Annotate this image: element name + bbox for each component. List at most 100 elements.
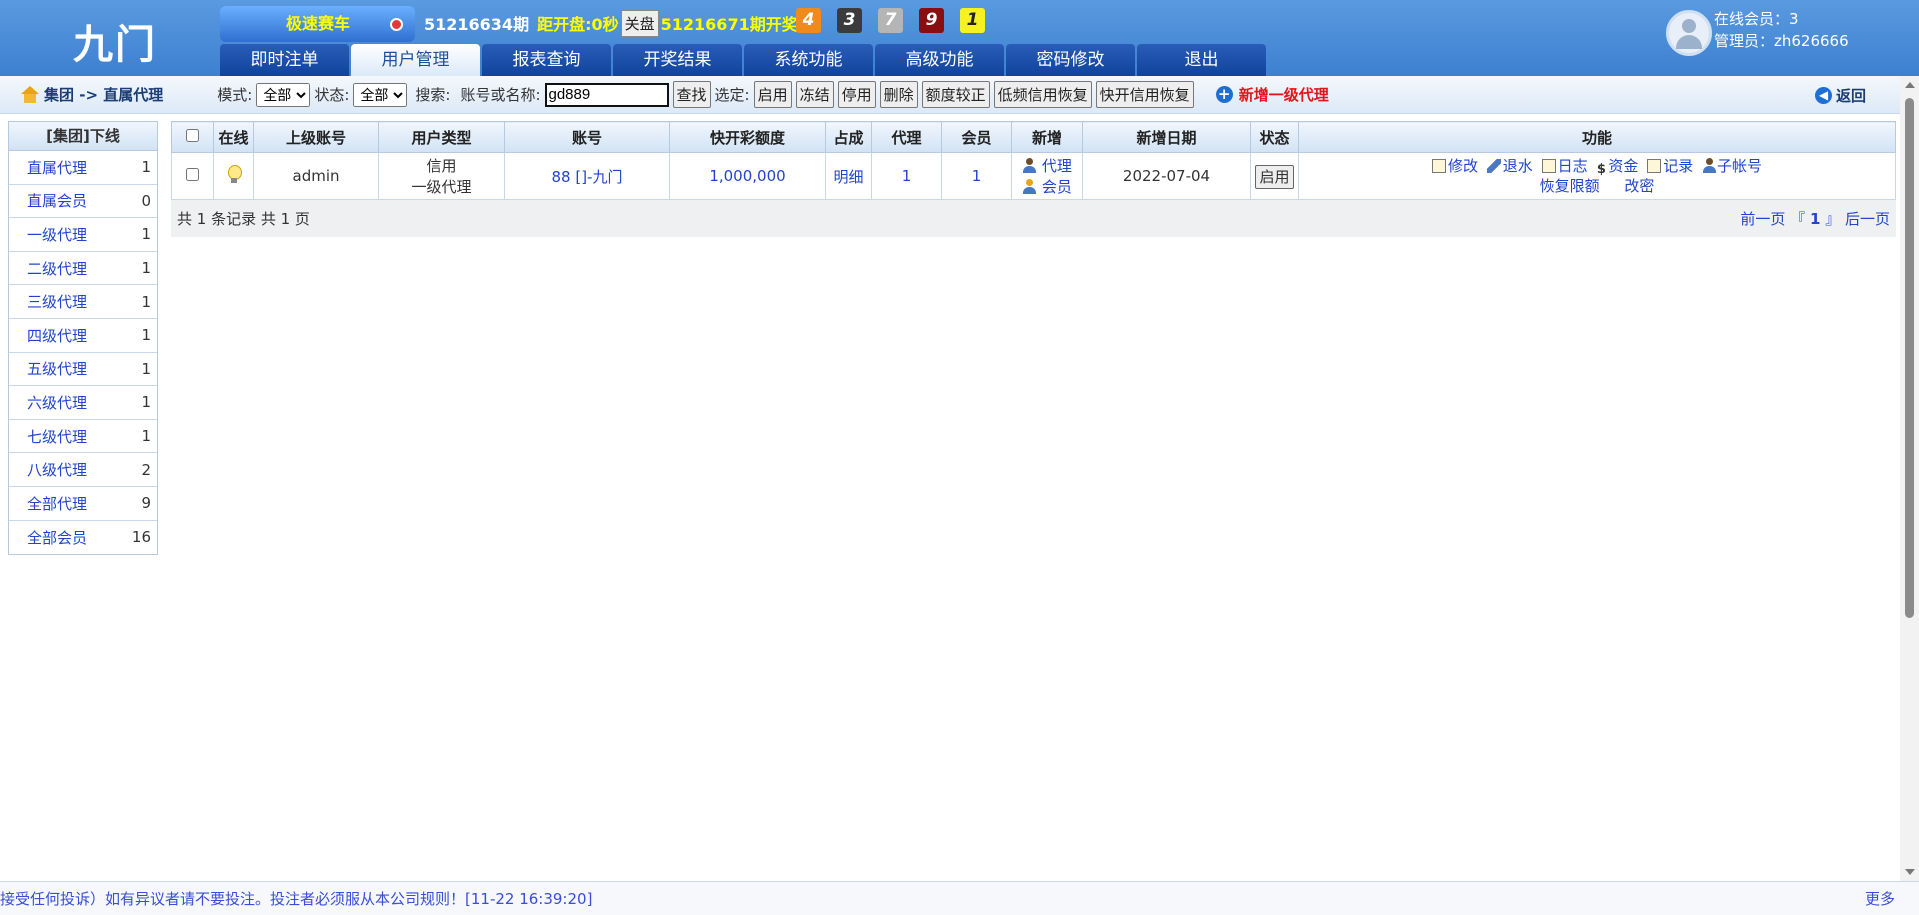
sidebar-item-label[interactable]: 直属会员 — [27, 190, 87, 211]
sidebar-item[interactable]: 七级代理 1 — [9, 420, 157, 454]
account-cell: 88 []-九门 — [504, 152, 670, 200]
nav-draw-results[interactable]: 开奖结果 — [613, 44, 742, 76]
sidebar-item-count: 1 — [141, 158, 151, 177]
back-button[interactable]: ◀ 返回 — [1814, 85, 1866, 106]
quota-link[interactable]: 1,000,000 — [709, 167, 785, 185]
nav-user-management[interactable]: 用户管理 — [351, 44, 480, 76]
share-detail-link[interactable]: 明细 — [833, 168, 863, 186]
nav-logout[interactable]: 退出 — [1137, 44, 1266, 76]
sidebar-item[interactable]: 五级代理 1 — [9, 353, 157, 387]
records-text[interactable]: 记录 — [1663, 157, 1693, 175]
find-button[interactable]: 查找 — [672, 81, 711, 108]
sidebar-item-label[interactable]: 五级代理 — [27, 358, 87, 379]
pager: 前一页 『 1 』 后一页 — [1740, 208, 1890, 229]
edit-link[interactable]: 修改 — [1432, 157, 1478, 175]
delete-button[interactable]: 删除 — [879, 81, 918, 108]
log-text[interactable]: 日志 — [1558, 157, 1588, 175]
members-count-link[interactable]: 1 — [972, 167, 982, 185]
draw-issue: 51216671期开奖: — [661, 11, 804, 35]
sidebar-item-label[interactable]: 二级代理 — [27, 258, 87, 279]
log-link[interactable]: 日志 — [1541, 157, 1588, 175]
sidebar-item-label[interactable]: 全部会员 — [27, 527, 87, 548]
sidebar-item[interactable]: 直属代理 1 — [9, 151, 157, 185]
edit-text[interactable]: 修改 — [1448, 157, 1478, 175]
status-select[interactable]: 全部 — [353, 82, 408, 107]
sidebar-item-label[interactable]: 七级代理 — [27, 426, 87, 447]
search-label: 搜索: — [415, 86, 451, 104]
page-scrollbar[interactable] — [1900, 76, 1919, 881]
add-agent-button[interactable]: + 新增一级代理 — [1215, 84, 1329, 105]
toolbar: 集团 -> 直属代理 模式: 全部 状态: 全部 搜索: 账号或名称: 查找 选… — [0, 76, 1900, 114]
select-all-checkbox[interactable] — [186, 129, 199, 142]
nav-reports[interactable]: 报表查询 — [482, 44, 611, 76]
sidebar-item-label[interactable]: 三级代理 — [27, 291, 87, 312]
nav-advanced[interactable]: 高级功能 — [875, 44, 1004, 76]
add-agent-text[interactable]: 代理 — [1042, 157, 1072, 175]
fast-restore-button[interactable]: 快开信用恢复 — [1095, 81, 1194, 108]
nav-system[interactable]: 系统功能 — [744, 44, 873, 76]
records-link[interactable]: 记录 — [1647, 157, 1693, 175]
sidebar-item-label[interactable]: 全部代理 — [27, 493, 87, 514]
scroll-down-icon[interactable] — [1905, 869, 1915, 875]
add-member-text[interactable]: 会员 — [1042, 178, 1072, 196]
functions-line2: 恢复限额 改密 — [1299, 176, 1895, 196]
rebate-text[interactable]: 退水 — [1503, 157, 1533, 175]
funds-link[interactable]: $ 资金 — [1596, 157, 1639, 177]
result-ball: 4 — [796, 8, 821, 33]
scroll-thumb[interactable] — [1905, 98, 1914, 618]
more-link[interactable]: 更多 — [1865, 888, 1895, 909]
sidebar-item[interactable]: 八级代理 2 — [9, 453, 157, 487]
table-row: admin 信用 一级代理 88 []-九门 1,000,000 明细 1 1 … — [171, 152, 1896, 200]
restore-limit-link[interactable]: 恢复限额 — [1540, 177, 1600, 195]
sidebar-item[interactable]: 二级代理 1 — [9, 252, 157, 286]
online-members: 在线会员：3 — [1714, 10, 1799, 28]
disable-button[interactable]: 停用 — [837, 81, 876, 108]
sidebar-item[interactable]: 全部会员 16 — [9, 521, 157, 555]
status-button[interactable]: 启用 — [1255, 164, 1294, 189]
sub-account-text[interactable]: 子帐号 — [1717, 157, 1762, 175]
sidebar-item-label[interactable]: 六级代理 — [27, 392, 87, 413]
agents-count-link[interactable]: 1 — [902, 167, 912, 185]
sidebar-item-count: 0 — [141, 191, 151, 210]
sidebar-item[interactable]: 全部代理 9 — [9, 487, 157, 521]
enable-button[interactable]: 启用 — [753, 81, 792, 108]
nav-password[interactable]: 密码修改 — [1006, 44, 1135, 76]
rebate-link[interactable]: 退水 — [1486, 157, 1533, 175]
sidebar-item[interactable]: 四级代理 1 — [9, 319, 157, 353]
sidebar-item-count: 16 — [131, 528, 151, 547]
current-page[interactable]: 1 — [1810, 210, 1820, 228]
prev-page-link[interactable]: 前一页 — [1740, 210, 1785, 228]
col-date: 新增日期 — [1082, 121, 1251, 153]
add-agent-link[interactable]: 代理 — [1012, 155, 1082, 176]
sidebar-item-label[interactable]: 直属代理 — [27, 157, 87, 178]
account-label: 账号或名称: — [460, 86, 541, 104]
next-page-link[interactable]: 后一页 — [1845, 210, 1890, 228]
quota-correct-button[interactable]: 额度较正 — [921, 81, 990, 108]
close-status: 关盘 — [620, 9, 659, 37]
freeze-button[interactable]: 冻结 — [795, 81, 834, 108]
game-selector-button[interactable]: 极速赛车 — [220, 6, 415, 42]
account-link[interactable]: 88 []-九门 — [552, 168, 623, 186]
sidebar-item-label[interactable]: 八级代理 — [27, 459, 87, 480]
nav-live-bets[interactable]: 即时注单 — [220, 44, 349, 76]
sidebar-item-label[interactable]: 四级代理 — [27, 325, 87, 346]
mode-select[interactable]: 全部 — [256, 82, 311, 107]
funds-text[interactable]: 资金 — [1608, 157, 1638, 175]
row-checkbox[interactable] — [186, 168, 199, 181]
change-password-link[interactable]: 改密 — [1624, 177, 1654, 195]
low-freq-restore-button[interactable]: 低频信用恢复 — [993, 81, 1092, 108]
sidebar-item[interactable]: 直属会员 0 — [9, 185, 157, 219]
main-nav: 即时注单 用户管理 报表查询 开奖结果 系统功能 高级功能 密码修改 退出 — [220, 44, 1266, 76]
add-member-link[interactable]: 会员 — [1012, 176, 1082, 197]
sidebar-item[interactable]: 六级代理 1 — [9, 386, 157, 420]
sidebar-item[interactable]: 三级代理 1 — [9, 285, 157, 319]
header: 九门 极速赛车 51216634期 距开盘:0秒 关盘 51216671期开奖:… — [0, 0, 1919, 76]
sub-account-link[interactable]: 子帐号 — [1702, 157, 1762, 175]
select-all-header — [171, 121, 214, 153]
game-status-icon — [390, 18, 403, 31]
sidebar-item[interactable]: 一级代理 1 — [9, 218, 157, 252]
sidebar-item-label[interactable]: 一级代理 — [27, 224, 87, 245]
scroll-up-icon[interactable] — [1905, 82, 1915, 88]
search-input[interactable] — [544, 82, 669, 107]
countdown: 距开盘:0秒 — [537, 15, 619, 34]
